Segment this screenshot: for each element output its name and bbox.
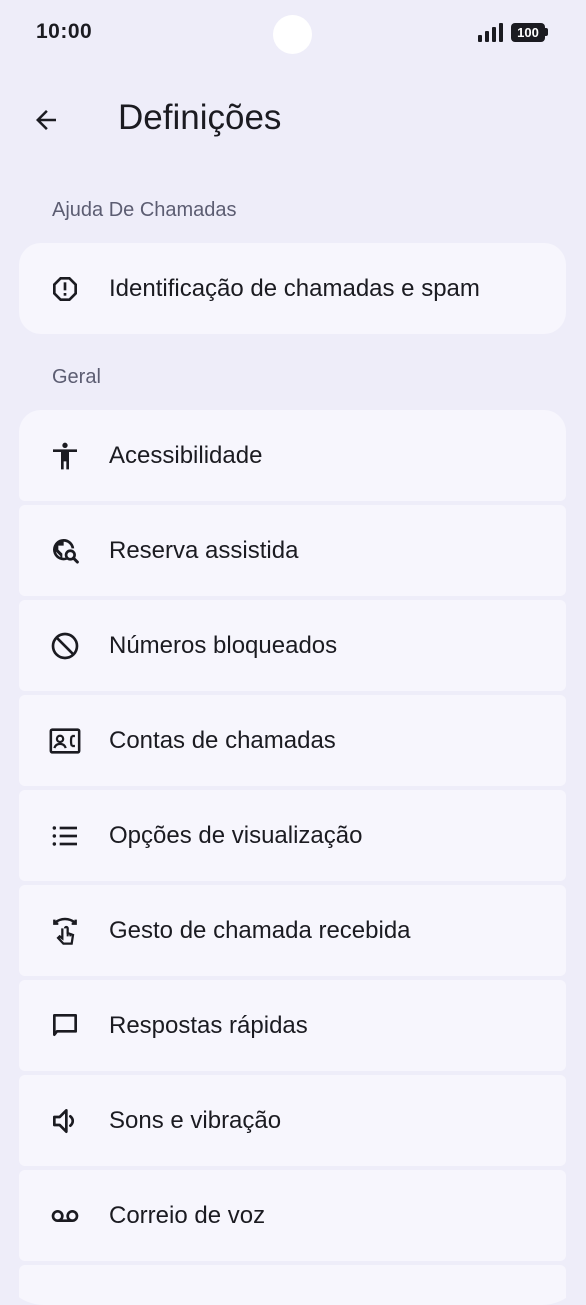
travel-explore-icon [47,533,83,569]
status-icons: 100 [478,22,548,42]
settings-item-label: Sons e vibração [109,1106,282,1134]
arrow-back-icon [36,110,56,130]
page-title: Definições [118,98,282,137]
battery-icon: 100 [511,22,548,42]
settings-item-blocked-numbers[interactable]: Números bloqueados [19,600,566,691]
settings-item-partial-next[interactable] [19,1265,566,1305]
voicemail-icon [47,1198,83,1234]
battery-level: 100 [511,22,545,42]
camera-cutout [273,15,312,54]
signal-icon [478,22,503,42]
settings-item-quick-responses[interactable]: Respostas rápidas [19,980,566,1071]
volume-icon [47,1103,83,1139]
section-header-general: Geral [52,366,101,388]
settings-item-label: Gesto de chamada recebida [109,916,411,944]
settings-item-voicemail[interactable]: Correio de voz [19,1170,566,1261]
settings-item-label: Identificação de chamadas e spam [109,274,480,302]
settings-item-caller-id-spam[interactable]: Identificação de chamadas e spam [19,243,566,334]
chat-bubble-icon [47,1008,83,1044]
settings-item-calling-accounts[interactable]: Contas de chamadas [19,695,566,786]
back-button[interactable] [26,100,66,140]
spam-warning-icon [47,271,83,307]
settings-item-sounds-vibration[interactable]: Sons e vibração [19,1075,566,1166]
settings-item-label: Opções de visualização [109,821,363,849]
call-assist-group: Identificação de chamadas e spam [19,243,566,338]
partial-icon [47,1293,83,1305]
app-bar: Definições [0,88,586,152]
settings-item-display-options[interactable]: Opções de visualização [19,790,566,881]
settings-item-label: Contas de chamadas [109,726,336,754]
accessibility-icon [47,438,83,474]
settings-item-label: Acessibilidade [109,441,263,469]
contact-phone-icon [47,723,83,759]
status-time: 10:00 [36,20,93,43]
settings-item-label: Números bloqueados [109,631,338,659]
settings-item-label: Reserva assistida [109,536,299,564]
status-bar: 10:00 100 [0,0,586,66]
settings-item-label: Respostas rápidas [109,1011,308,1039]
swipe-gesture-icon [47,913,83,949]
block-icon [47,628,83,664]
settings-item-assisted-booking[interactable]: Reserva assistida [19,505,566,596]
settings-item-label: Correio de voz [109,1201,266,1229]
section-header-call-assist: Ajuda De Chamadas [52,199,237,221]
list-icon [47,818,83,854]
general-group: Acessibilidade Reserva assistida Números… [19,410,566,1305]
settings-item-accessibility[interactable]: Acessibilidade [19,410,566,501]
settings-item-incoming-call-gesture[interactable]: Gesto de chamada recebida [19,885,566,976]
settings-screen: 10:00 100 Definições Ajuda De Chamadas I… [0,0,586,1305]
